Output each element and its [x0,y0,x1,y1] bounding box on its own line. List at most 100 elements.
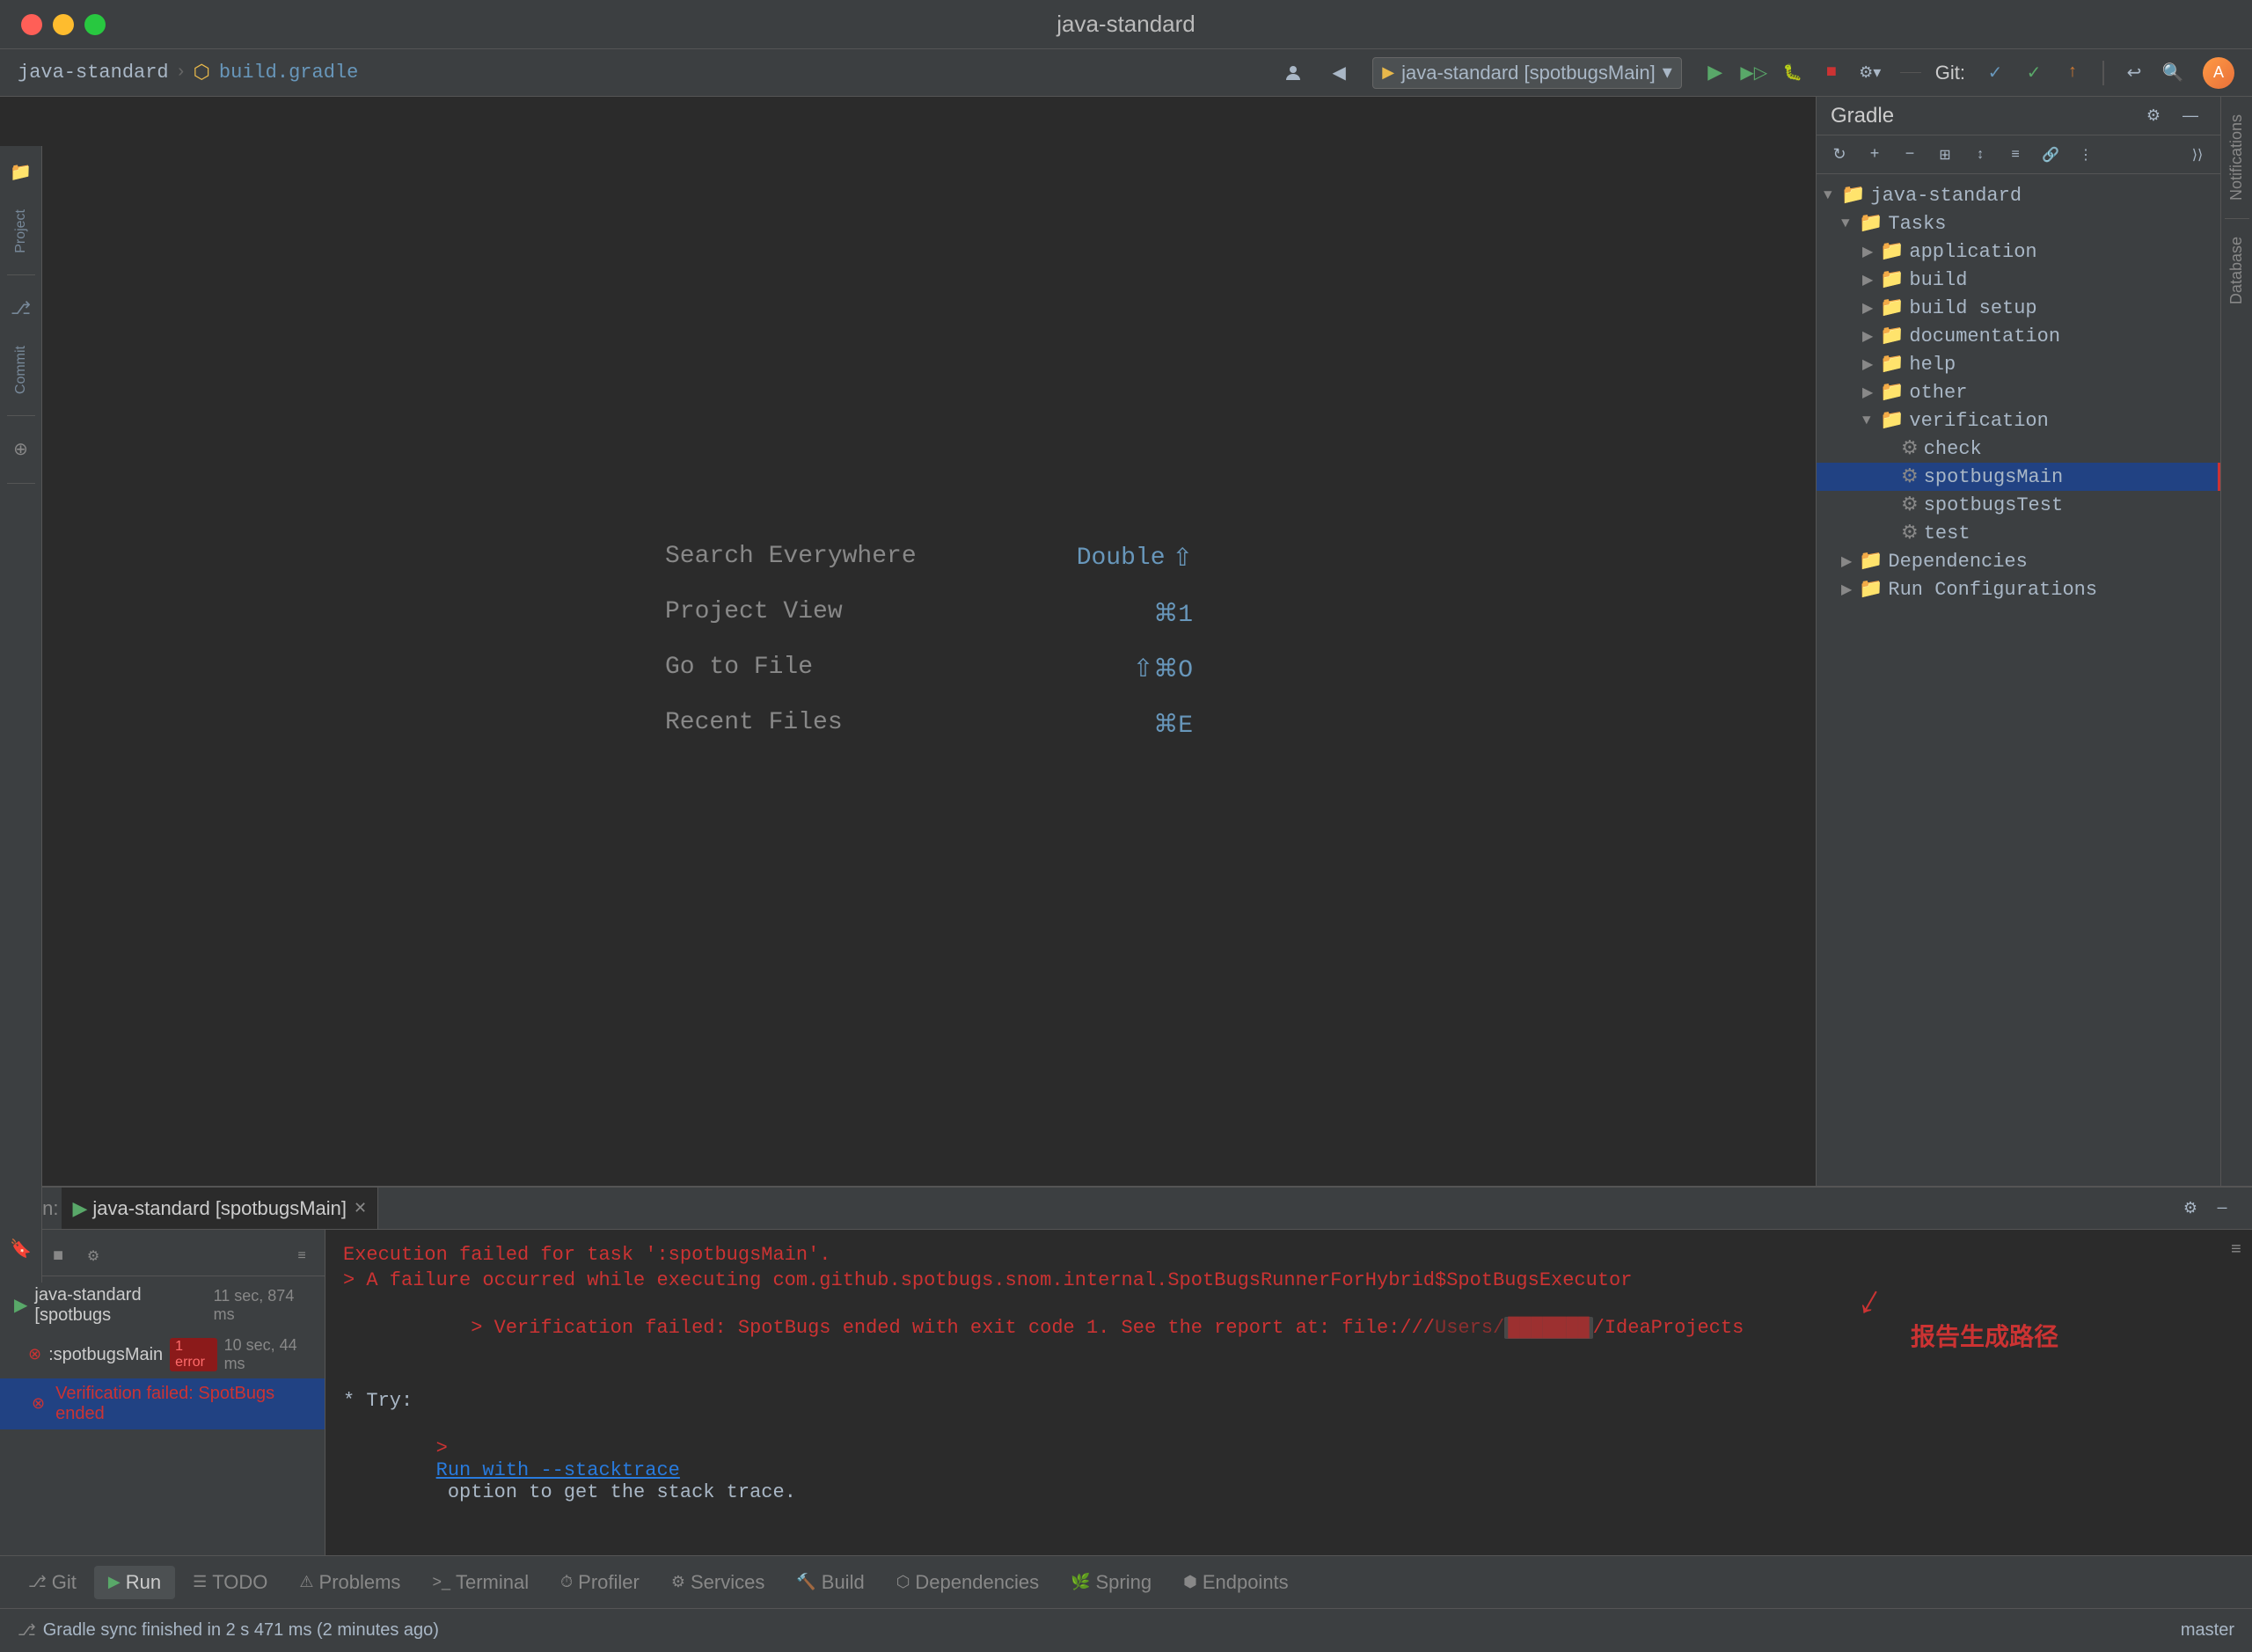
git-push-icon[interactable]: ↑ [2057,57,2088,89]
undo-button[interactable]: ↩ [2118,57,2150,89]
tree-application[interactable]: ▶ 📁 application [1817,238,2220,266]
more-run-options[interactable]: ⚙▾ [1854,57,1886,89]
status-message: Gradle sync finished in 2 s 471 ms (2 mi… [43,1620,439,1641]
tree-tasks[interactable]: ▼ 📁 Tasks [1817,209,2220,238]
output-line-stacktrace: > Run with --stacktrace option to get th… [343,1415,2234,1525]
tab-spring[interactable]: 🌿 Spring [1057,1566,1166,1599]
run-tab-active[interactable]: ▶ java-standard [spotbugsMain] ✕ [62,1188,378,1229]
run-tab-bar: Run: ▶ java-standard [spotbugsMain] ✕ ⚙ … [0,1188,2252,1230]
editor-area: Search Everywhere Double ⇧ Project View … [42,97,1816,1186]
gradle-sort2-icon[interactable]: ≡ [2000,139,2031,171]
stop-button[interactable]: ■ [1816,57,1847,89]
run-rerun-icon[interactable]: ⚙ [77,1240,109,1272]
run-config-selector[interactable]: ▶ java-standard [spotbugsMain] ▾ [1372,57,1682,89]
editor-hints-overlay: Search Everywhere Double ⇧ Project View … [665,543,1193,740]
run-error-sub-icon: ⊗ [32,1394,45,1414]
run-button[interactable]: ▶ [1700,57,1731,89]
tree-documentation[interactable]: ▶ 📁 documentation [1817,322,2220,350]
run-stop-icon[interactable]: ■ [42,1240,74,1272]
tab-profiler[interactable]: ⏱ Profiler [546,1566,654,1599]
output-line-4 [343,1364,2234,1386]
run-item-verification-failed[interactable]: ⊗ Verification failed: SpotBugs ended [0,1378,325,1429]
tab-run[interactable]: ▶ Run [94,1566,175,1599]
error-badge: 1 error [170,1338,216,1371]
gradle-sort-icon[interactable]: ↕ [1964,139,1996,171]
output-line-info: > Run with --info or --debug option to g… [343,1529,2234,1555]
gradle-add-icon[interactable]: + [1859,139,1890,171]
vtab-notifications[interactable]: Notifications [2224,104,2249,211]
sidebar-item-commit[interactable]: ⎇ [5,293,37,325]
close-button[interactable] [21,14,42,35]
tab-endpoints[interactable]: ⬢ Endpoints [1169,1566,1303,1599]
tab-problems[interactable]: ⚠ Problems [285,1566,414,1599]
search-button[interactable]: 🔍 [2157,57,2189,89]
gradle-settings-icon[interactable]: ⚙ [2138,100,2169,132]
gradle-tree: ▼ 📁 java-standard ▼ 📁 Tasks ▶ 📁 applicat… [1817,174,2220,1186]
gradle-expand-icon[interactable]: ⟩⟩ [2182,139,2213,171]
tree-build[interactable]: ▶ 📁 build [1817,266,2220,294]
tree-help[interactable]: ▶ 📁 help [1817,350,2220,378]
tree-check[interactable]: ⚙ check [1817,435,2220,463]
window-controls [21,14,106,35]
vcs-back-icon[interactable]: ◀ [1323,57,1355,89]
gradle-toolbar: ↻ + − ⊞ ↕ ≡ 🔗 ⋮ ⟩⟩ [1817,135,2220,174]
tree-run-configurations[interactable]: ▶ 📁 Run Configurations [1817,575,2220,603]
tab-git[interactable]: ⎇ Git [14,1566,91,1599]
breadcrumb-file[interactable]: ⬡ build.gradle [194,62,359,84]
run-with-coverage-button[interactable]: ▶▷ [1738,57,1770,89]
user-icon[interactable] [1277,57,1309,89]
run-wrap-icon[interactable]: ≡ [286,1240,318,1272]
tree-other[interactable]: ▶ 📁 other [1817,378,2220,406]
gradle-more-icon[interactable]: ⋮ [2070,139,2102,171]
user-avatar[interactable]: A [2203,57,2234,89]
tab-todo[interactable]: ☰ TODO [179,1566,282,1599]
hint-project-view: Project View ⌘1 [665,598,1193,629]
gradle-link-icon[interactable]: 🔗 [2035,139,2066,171]
run-content: ▶ ■ ⚙ ≡ ▶ java-standard [spotbugs 11 sec… [0,1230,2252,1555]
maximize-button[interactable] [84,14,106,35]
breadcrumb-project[interactable]: java-standard [18,62,169,84]
bottom-tabs-bar: ⎇ Git ▶ Run ☰ TODO ⚠ Problems >_ Termina… [0,1555,2252,1608]
git-branch-label[interactable]: master [2181,1620,2234,1641]
run-output-settings-icon[interactable]: ≡ [2231,1240,2241,1261]
gradle-group-icon[interactable]: ⊞ [1929,139,1961,171]
gradle-close-icon[interactable]: — [2175,100,2206,132]
minimize-button[interactable] [53,14,74,35]
git-branch-icon: ⎇ [18,1621,36,1641]
annotation-report-text: 报告生成路径 [1911,1318,2058,1353]
sidebar-item-bookmarks[interactable]: 🔖 [5,1233,37,1265]
sidebar-label-project[interactable]: Project [10,206,33,257]
run-output-panel: ≡ Execution failed for task ':spotbugsMa… [325,1230,2252,1555]
sidebar-item-project[interactable]: 📁 [5,157,37,188]
run-panel-settings-icon[interactable]: ⚙ [2175,1193,2206,1224]
gradle-header: Gradle ⚙ — [1817,97,2220,135]
output-link-stacktrace[interactable]: Run with --stacktrace [436,1459,680,1481]
tab-services[interactable]: ⚙ Services [657,1566,779,1599]
run-tab-close-icon[interactable]: ✕ [354,1199,367,1217]
bottom-panel: Run: ▶ java-standard [spotbugsMain] ✕ ⚙ … [0,1186,2252,1555]
tree-spotbugs-test[interactable]: ⚙ spotbugsTest [1817,491,2220,519]
run-item-spotbugs[interactable]: ⊗ :spotbugsMain 1 error 10 sec, 44 ms [0,1331,325,1378]
vtab-database[interactable]: Database [2224,226,2249,315]
output-line-1: Execution failed for task ':spotbugsMain… [343,1244,2234,1266]
tree-build-setup[interactable]: ▶ 📁 build setup [1817,294,2220,322]
tree-test[interactable]: ⚙ test [1817,519,2220,547]
tree-root-java-standard[interactable]: ▼ 📁 java-standard [1817,181,2220,209]
tree-verification[interactable]: ▼ 📁 verification [1817,406,2220,435]
tree-dependencies[interactable]: ▶ 📁 Dependencies [1817,547,2220,575]
tab-terminal[interactable]: >_ Terminal [418,1566,543,1599]
gradle-refresh-icon[interactable]: ↻ [1824,139,1855,171]
run-item-main[interactable]: ▶ java-standard [spotbugs 11 sec, 874 ms [0,1280,325,1331]
sidebar-item-pullrequest[interactable]: ⊕ [5,434,37,465]
debug-button[interactable]: 🐛 [1777,57,1809,89]
breadcrumb-bar: java-standard › ⬡ build.gradle ◀ ▶ java-… [0,49,2252,97]
right-vtab-panel: Notifications Database [2220,97,2252,1186]
run-panel-close-icon[interactable]: — [2206,1193,2238,1224]
sidebar-label-commit[interactable]: Commit [10,342,33,398]
git-update-icon[interactable]: ✓ [1979,57,2011,89]
tab-build[interactable]: 🔨 Build [782,1566,878,1599]
tab-dependencies[interactable]: ⬡ Dependencies [882,1566,1053,1599]
git-commit-icon[interactable]: ✓ [2018,57,2050,89]
gradle-remove-icon[interactable]: − [1894,139,1926,171]
tree-spotbugs-main[interactable]: ⚙ spotbugsMain [1817,463,2220,491]
